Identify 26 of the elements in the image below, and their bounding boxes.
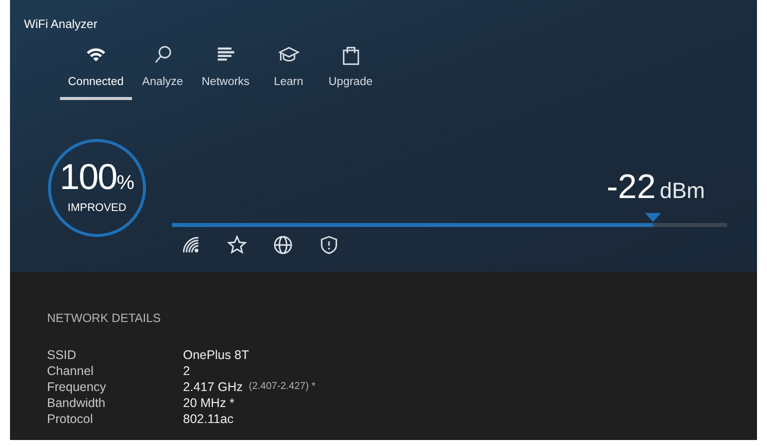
nav-tab[interactable]: Upgrade: [320, 44, 382, 100]
score-unit: %: [116, 171, 134, 196]
detail-value: OnePlus 8T: [183, 347, 250, 363]
signal-value: -22: [606, 170, 656, 204]
detail-label: Frequency: [47, 379, 108, 395]
detail-value: 20 MHz *: [183, 395, 234, 411]
nav-tab[interactable]: Networks: [194, 44, 258, 100]
shield-button[interactable]: [318, 234, 340, 256]
detail-value: 802.11ac: [183, 411, 234, 427]
nav-tab[interactable]: Learn: [258, 44, 320, 100]
nav-tab[interactable]: Analyze: [132, 44, 194, 100]
star-button[interactable]: [226, 234, 248, 256]
detail-label: SSID: [47, 347, 78, 363]
section-heading: NETWORK DETAILS: [47, 310, 161, 327]
globe-button[interactable]: [272, 234, 294, 256]
window-title: WiFi Analyzer: [24, 16, 98, 33]
detail-value: 2.417 GHz: [183, 379, 243, 395]
detail-label: Bandwidth: [47, 395, 106, 411]
score-caption: IMPROVED: [68, 201, 126, 216]
score-value: 100: [60, 159, 117, 196]
detail-note: (2.407-2.427) *: [248, 380, 316, 394]
signal-unit: dBm: [660, 177, 705, 205]
detail-label: Protocol: [47, 411, 94, 427]
detail-label: Channel: [47, 363, 95, 379]
detail-value: 2: [183, 363, 190, 379]
nav-tab[interactable]: Connected: [60, 44, 132, 100]
